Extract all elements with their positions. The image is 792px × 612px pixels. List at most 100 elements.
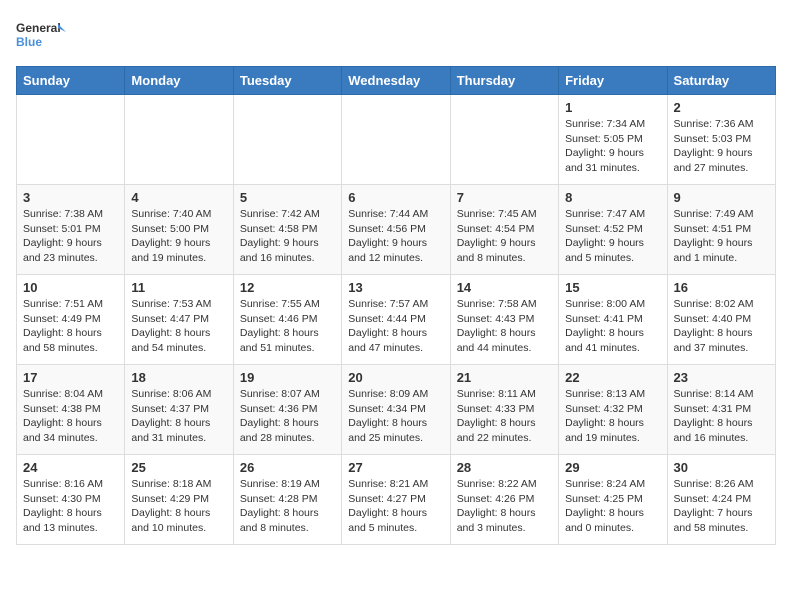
day-number: 13: [348, 280, 443, 295]
svg-text:General: General: [16, 21, 61, 35]
day-info: Sunrise: 8:07 AM Sunset: 4:36 PM Dayligh…: [240, 387, 335, 446]
day-info: Sunrise: 7:47 AM Sunset: 4:52 PM Dayligh…: [565, 207, 660, 266]
calendar-cell: 30 Sunrise: 8:26 AM Sunset: 4:24 PM Dayli…: [667, 455, 775, 545]
logo: General Blue: [16, 16, 66, 56]
day-number: 27: [348, 460, 443, 475]
day-number: 18: [131, 370, 226, 385]
day-info: Sunrise: 7:55 AM Sunset: 4:46 PM Dayligh…: [240, 297, 335, 356]
weekday-header-thursday: Thursday: [450, 67, 558, 95]
calendar-cell: 18 Sunrise: 8:06 AM Sunset: 4:37 PM Dayli…: [125, 365, 233, 455]
logo-svg: General Blue: [16, 16, 66, 56]
calendar-body: 1 Sunrise: 7:34 AM Sunset: 5:05 PM Daylig…: [17, 95, 776, 545]
day-number: 12: [240, 280, 335, 295]
weekday-header-monday: Monday: [125, 67, 233, 95]
day-info: Sunrise: 8:00 AM Sunset: 4:41 PM Dayligh…: [565, 297, 660, 356]
calendar-cell: 26 Sunrise: 8:19 AM Sunset: 4:28 PM Dayli…: [233, 455, 341, 545]
day-number: 7: [457, 190, 552, 205]
calendar-table: SundayMondayTuesdayWednesdayThursdayFrid…: [16, 66, 776, 545]
day-info: Sunrise: 8:24 AM Sunset: 4:25 PM Dayligh…: [565, 477, 660, 536]
svg-text:Blue: Blue: [16, 35, 42, 49]
calendar-cell: 17Sunrise: 8:04 AM Sunset: 4:38 PM Dayli…: [17, 365, 125, 455]
calendar-cell: 23 Sunrise: 8:14 AM Sunset: 4:31 PM Dayli…: [667, 365, 775, 455]
day-number: 23: [674, 370, 769, 385]
day-info: Sunrise: 8:02 AM Sunset: 4:40 PM Dayligh…: [674, 297, 769, 356]
day-number: 6: [348, 190, 443, 205]
calendar-week-4: 17Sunrise: 8:04 AM Sunset: 4:38 PM Dayli…: [17, 365, 776, 455]
calendar-cell: 16 Sunrise: 8:02 AM Sunset: 4:40 PM Dayli…: [667, 275, 775, 365]
day-info: Sunrise: 7:36 AM Sunset: 5:03 PM Dayligh…: [674, 117, 769, 176]
day-info: Sunrise: 8:09 AM Sunset: 4:34 PM Dayligh…: [348, 387, 443, 446]
day-info: Sunrise: 8:18 AM Sunset: 4:29 PM Dayligh…: [131, 477, 226, 536]
day-info: Sunrise: 8:14 AM Sunset: 4:31 PM Dayligh…: [674, 387, 769, 446]
day-info: Sunrise: 7:45 AM Sunset: 4:54 PM Dayligh…: [457, 207, 552, 266]
day-number: 25: [131, 460, 226, 475]
calendar-week-3: 10 Sunrise: 7:51 AM Sunset: 4:49 PM Dayli…: [17, 275, 776, 365]
calendar-cell: 4 Sunrise: 7:40 AM Sunset: 5:00 PM Daylig…: [125, 185, 233, 275]
day-number: 3: [23, 190, 118, 205]
calendar-cell: 19 Sunrise: 8:07 AM Sunset: 4:36 PM Dayli…: [233, 365, 341, 455]
day-number: 9: [674, 190, 769, 205]
day-info: Sunrise: 8:06 AM Sunset: 4:37 PM Dayligh…: [131, 387, 226, 446]
calendar-cell: 8 Sunrise: 7:47 AM Sunset: 4:52 PM Daylig…: [559, 185, 667, 275]
calendar-cell: 27 Sunrise: 8:21 AM Sunset: 4:27 PM Dayli…: [342, 455, 450, 545]
day-number: 8: [565, 190, 660, 205]
day-info: Sunrise: 7:34 AM Sunset: 5:05 PM Dayligh…: [565, 117, 660, 176]
day-info: Sunrise: 8:26 AM Sunset: 4:24 PM Dayligh…: [674, 477, 769, 536]
day-number: 15: [565, 280, 660, 295]
header: General Blue: [16, 16, 776, 56]
day-number: 11: [131, 280, 226, 295]
day-info: Sunrise: 7:38 AM Sunset: 5:01 PM Dayligh…: [23, 207, 118, 266]
weekday-header-sunday: Sunday: [17, 67, 125, 95]
day-number: 10: [23, 280, 118, 295]
day-number: 20: [348, 370, 443, 385]
calendar-cell: 2 Sunrise: 7:36 AM Sunset: 5:03 PM Daylig…: [667, 95, 775, 185]
calendar-cell: 9 Sunrise: 7:49 AM Sunset: 4:51 PM Daylig…: [667, 185, 775, 275]
calendar-cell: 22 Sunrise: 8:13 AM Sunset: 4:32 PM Dayli…: [559, 365, 667, 455]
day-info: Sunrise: 7:40 AM Sunset: 5:00 PM Dayligh…: [131, 207, 226, 266]
calendar-week-5: 24 Sunrise: 8:16 AM Sunset: 4:30 PM Dayli…: [17, 455, 776, 545]
calendar-cell: 10 Sunrise: 7:51 AM Sunset: 4:49 PM Dayli…: [17, 275, 125, 365]
weekday-header-row: SundayMondayTuesdayWednesdayThursdayFrid…: [17, 67, 776, 95]
day-number: 5: [240, 190, 335, 205]
calendar-cell: 25 Sunrise: 8:18 AM Sunset: 4:29 PM Dayli…: [125, 455, 233, 545]
day-number: 2: [674, 100, 769, 115]
day-info: Sunrise: 8:13 AM Sunset: 4:32 PM Dayligh…: [565, 387, 660, 446]
day-number: 19: [240, 370, 335, 385]
day-info: Sunrise: 7:44 AM Sunset: 4:56 PM Dayligh…: [348, 207, 443, 266]
day-number: 21: [457, 370, 552, 385]
calendar-cell: 14Sunrise: 7:58 AM Sunset: 4:43 PM Dayli…: [450, 275, 558, 365]
calendar-header: SundayMondayTuesdayWednesdayThursdayFrid…: [17, 67, 776, 95]
calendar-cell: [233, 95, 341, 185]
day-info: Sunrise: 8:16 AM Sunset: 4:30 PM Dayligh…: [23, 477, 118, 536]
calendar-cell: [125, 95, 233, 185]
day-info: Sunrise: 8:22 AM Sunset: 4:26 PM Dayligh…: [457, 477, 552, 536]
day-number: 26: [240, 460, 335, 475]
day-number: 22: [565, 370, 660, 385]
day-info: Sunrise: 8:21 AM Sunset: 4:27 PM Dayligh…: [348, 477, 443, 536]
day-number: 29: [565, 460, 660, 475]
calendar-cell: [342, 95, 450, 185]
day-info: Sunrise: 7:58 AM Sunset: 4:43 PM Dayligh…: [457, 297, 552, 356]
day-info: Sunrise: 7:57 AM Sunset: 4:44 PM Dayligh…: [348, 297, 443, 356]
day-info: Sunrise: 7:51 AM Sunset: 4:49 PM Dayligh…: [23, 297, 118, 356]
calendar-cell: 12 Sunrise: 7:55 AM Sunset: 4:46 PM Dayli…: [233, 275, 341, 365]
calendar-cell: 24 Sunrise: 8:16 AM Sunset: 4:30 PM Dayli…: [17, 455, 125, 545]
calendar-week-1: 1 Sunrise: 7:34 AM Sunset: 5:05 PM Daylig…: [17, 95, 776, 185]
calendar-cell: 15 Sunrise: 8:00 AM Sunset: 4:41 PM Dayli…: [559, 275, 667, 365]
day-number: 30: [674, 460, 769, 475]
weekday-header-saturday: Saturday: [667, 67, 775, 95]
calendar-cell: 28Sunrise: 8:22 AM Sunset: 4:26 PM Dayli…: [450, 455, 558, 545]
day-number: 24: [23, 460, 118, 475]
day-info: Sunrise: 7:49 AM Sunset: 4:51 PM Dayligh…: [674, 207, 769, 266]
day-number: 16: [674, 280, 769, 295]
calendar-cell: 29 Sunrise: 8:24 AM Sunset: 4:25 PM Dayli…: [559, 455, 667, 545]
weekday-header-friday: Friday: [559, 67, 667, 95]
calendar-cell: 6 Sunrise: 7:44 AM Sunset: 4:56 PM Daylig…: [342, 185, 450, 275]
day-number: 17: [23, 370, 118, 385]
day-number: 1: [565, 100, 660, 115]
day-number: 4: [131, 190, 226, 205]
day-info: Sunrise: 7:42 AM Sunset: 4:58 PM Dayligh…: [240, 207, 335, 266]
calendar-cell: [17, 95, 125, 185]
day-info: Sunrise: 8:11 AM Sunset: 4:33 PM Dayligh…: [457, 387, 552, 446]
day-info: Sunrise: 8:19 AM Sunset: 4:28 PM Dayligh…: [240, 477, 335, 536]
